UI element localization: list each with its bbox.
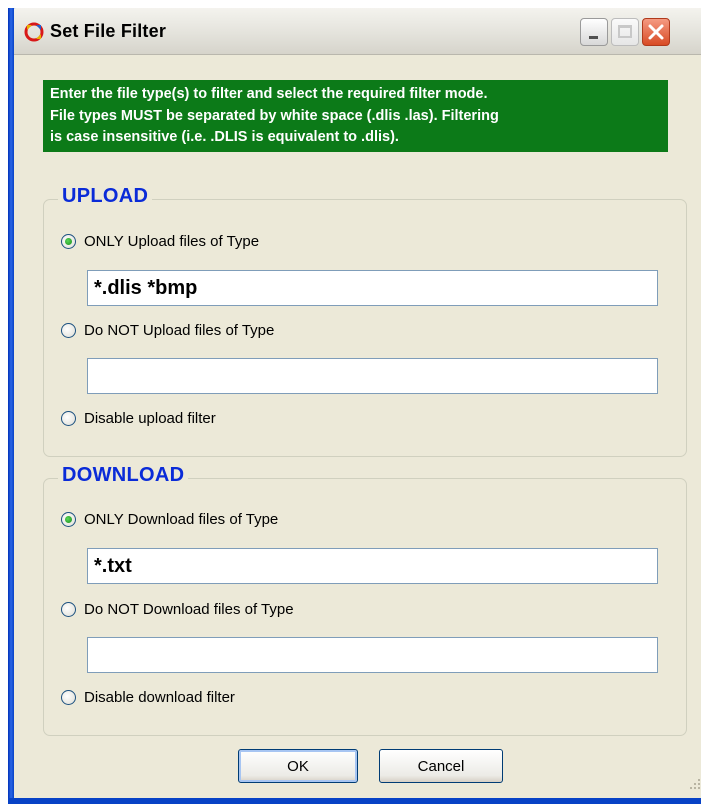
download-not-radio[interactable] — [61, 602, 76, 617]
download-only-label: ONLY Download files of Type — [84, 511, 279, 528]
download-disable-radio[interactable] — [61, 690, 76, 705]
upload-not-label: Do NOT Upload files of Type — [84, 322, 275, 339]
upload-disable-label: Disable upload filter — [84, 410, 216, 427]
upload-only-option[interactable]: ONLY Upload files of Type — [61, 233, 259, 250]
info-line: Enter the file type(s) to filter and sel… — [50, 86, 488, 102]
download-not-types-input[interactable] — [87, 637, 658, 673]
upload-group-title: UPLOAD — [58, 185, 153, 208]
minimize-icon — [589, 36, 598, 39]
upload-not-radio[interactable] — [61, 323, 76, 338]
window-title: Set File Filter — [50, 21, 167, 41]
ok-button[interactable]: OK — [238, 749, 358, 783]
download-only-option[interactable]: ONLY Download files of Type — [61, 511, 278, 528]
radio-selected-dot — [65, 516, 72, 523]
download-only-radio[interactable] — [61, 512, 76, 527]
close-icon — [648, 24, 664, 40]
info-banner: Enter the file type(s) to filter and sel… — [43, 80, 668, 152]
download-not-option[interactable]: Do NOT Download files of Type — [61, 601, 294, 618]
info-line: File types MUST be separated by white sp… — [50, 107, 499, 124]
upload-group: UPLOAD ONLY Upload files of Type Do NOT … — [43, 185, 687, 457]
dialog-window: Set File Filter Enter the file type(s) t… — [8, 8, 701, 804]
maximize-icon — [618, 25, 632, 38]
dialog-body: Enter the file type(s) to filter and sel… — [14, 55, 701, 798]
info-line: is case insensitive (i.e. .DLIS is equiv… — [50, 129, 399, 145]
download-not-label: Do NOT Download files of Type — [84, 601, 294, 618]
download-only-types-input[interactable] — [87, 548, 658, 584]
filter-app-icon — [24, 22, 44, 42]
download-group-title: DOWNLOAD — [58, 464, 189, 487]
radio-selected-dot — [65, 238, 72, 245]
upload-disable-radio[interactable] — [61, 411, 76, 426]
upload-not-types-input[interactable] — [87, 358, 658, 394]
close-button[interactable] — [642, 18, 670, 46]
upload-only-radio[interactable] — [61, 234, 76, 249]
title-bar[interactable]: Set File Filter — [8, 8, 701, 55]
cancel-button[interactable]: Cancel — [379, 749, 503, 783]
resize-grip-icon[interactable] — [687, 776, 701, 790]
download-disable-option[interactable]: Disable download filter — [61, 689, 235, 706]
upload-disable-option[interactable]: Disable upload filter — [61, 410, 216, 427]
minimize-button[interactable] — [580, 18, 608, 46]
upload-not-option[interactable]: Do NOT Upload files of Type — [61, 322, 274, 339]
maximize-button[interactable] — [611, 18, 639, 46]
upload-only-types-input[interactable] — [87, 270, 658, 306]
upload-only-label: ONLY Upload files of Type — [84, 233, 260, 250]
download-group: DOWNLOAD ONLY Download files of Type Do … — [43, 464, 687, 736]
window-frame-bottom — [8, 798, 701, 804]
download-disable-label: Disable download filter — [84, 689, 235, 706]
